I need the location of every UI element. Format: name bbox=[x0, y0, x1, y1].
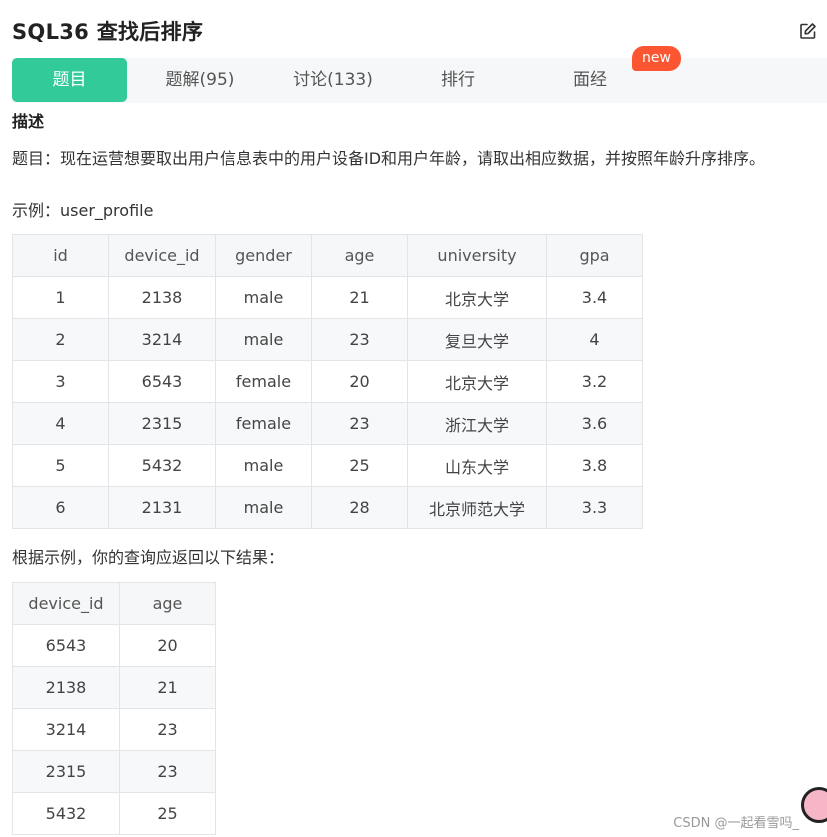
table-cell: 2315 bbox=[108, 402, 216, 445]
tab-solutions[interactable]: 题解(95) bbox=[140, 58, 260, 103]
edit-icon[interactable] bbox=[799, 22, 817, 40]
table-cell: male bbox=[215, 486, 312, 529]
table-row: 2 3214 male 23 复旦大学 4 bbox=[12, 318, 643, 361]
table-cell: 1 bbox=[12, 276, 109, 319]
table-cell: 2 bbox=[12, 318, 109, 361]
table-cell: 21 bbox=[119, 666, 216, 709]
table-cell: 28 bbox=[311, 486, 408, 529]
watermark: CSDN @一起看雪吗_ bbox=[673, 816, 799, 831]
table-row: 6543 20 bbox=[12, 624, 216, 667]
table-row: 3214 23 bbox=[12, 708, 216, 751]
table-cell: male bbox=[215, 444, 312, 487]
table-cell: 4 bbox=[546, 318, 643, 361]
table-cell: 3.3 bbox=[546, 486, 643, 529]
description-text: 题目：现在运营想要取出用户信息表中的用户设备ID和用户年龄，请取出相应数据，并按… bbox=[12, 149, 766, 168]
table-header-row: device_id age bbox=[12, 582, 216, 625]
table-cell: 23 bbox=[119, 750, 216, 793]
table-row: 4 2315 female 23 浙江大学 3.6 bbox=[12, 402, 643, 445]
table-row: 6 2131 male 28 北京师范大学 3.3 bbox=[12, 486, 643, 529]
tab-discussion[interactable]: 讨论(133) bbox=[268, 58, 398, 103]
table-cell: 4 bbox=[12, 402, 109, 445]
table-cell: 5432 bbox=[108, 444, 216, 487]
new-badge: new bbox=[632, 46, 681, 71]
table-cell: 6543 bbox=[12, 624, 120, 667]
column-header: device_id bbox=[12, 582, 120, 625]
tab-bar: 题目 题解(95) 讨论(133) 排行 面经 bbox=[12, 58, 827, 103]
table-cell: female bbox=[215, 360, 312, 403]
table-cell: 复旦大学 bbox=[407, 318, 547, 361]
table-cell: 2138 bbox=[108, 276, 216, 319]
table-cell: 山东大学 bbox=[407, 444, 547, 487]
example-table: id device_id gender age university gpa 1… bbox=[12, 234, 643, 529]
table-row: 2315 23 bbox=[12, 750, 216, 793]
table-cell: 25 bbox=[311, 444, 408, 487]
table-cell: 23 bbox=[311, 318, 408, 361]
table-cell: 3.8 bbox=[546, 444, 643, 487]
table-cell: 浙江大学 bbox=[407, 402, 547, 445]
table-cell: 3.2 bbox=[546, 360, 643, 403]
column-header: gpa bbox=[546, 234, 643, 277]
page-title: SQL36 查找后排序 bbox=[12, 20, 204, 44]
tab-ranking[interactable]: 排行 bbox=[408, 58, 508, 103]
table-row: 3 6543 female 20 北京大学 3.2 bbox=[12, 360, 643, 403]
table-cell: 23 bbox=[119, 708, 216, 751]
table-cell: 25 bbox=[119, 792, 216, 835]
table-cell: male bbox=[215, 318, 312, 361]
table-cell: 20 bbox=[119, 624, 216, 667]
table-cell: 2315 bbox=[12, 750, 120, 793]
table-cell: 6543 bbox=[108, 360, 216, 403]
page-header: SQL36 查找后排序 bbox=[12, 14, 827, 50]
table-cell: 3214 bbox=[108, 318, 216, 361]
column-header: id bbox=[12, 234, 109, 277]
table-row: 2138 21 bbox=[12, 666, 216, 709]
example-label: 示例：user_profile bbox=[12, 201, 154, 220]
table-cell: 3.4 bbox=[546, 276, 643, 319]
result-label: 根据示例，你的查询应返回以下结果： bbox=[12, 548, 285, 567]
table-cell: 北京大学 bbox=[407, 276, 547, 319]
column-header: age bbox=[119, 582, 216, 625]
table-cell: 2138 bbox=[12, 666, 120, 709]
table-cell: 23 bbox=[311, 402, 408, 445]
tab-problem[interactable]: 题目 bbox=[12, 58, 127, 102]
table-cell: male bbox=[215, 276, 312, 319]
table-cell: 5 bbox=[12, 444, 109, 487]
floating-assistant-icon[interactable] bbox=[801, 787, 827, 823]
tab-interview[interactable]: 面经 bbox=[538, 58, 642, 103]
column-header: gender bbox=[215, 234, 312, 277]
table-row: 1 2138 male 21 北京大学 3.4 bbox=[12, 276, 643, 319]
table-cell: 21 bbox=[311, 276, 408, 319]
table-cell: female bbox=[215, 402, 312, 445]
table-cell: 5432 bbox=[12, 792, 120, 835]
table-row: 5 5432 male 25 山东大学 3.8 bbox=[12, 444, 643, 487]
table-header-row: id device_id gender age university gpa bbox=[12, 234, 643, 277]
table-cell: 2131 bbox=[108, 486, 216, 529]
table-cell: 20 bbox=[311, 360, 408, 403]
table-row: 5432 25 bbox=[12, 792, 216, 835]
table-cell: 北京大学 bbox=[407, 360, 547, 403]
table-cell: 3.6 bbox=[546, 402, 643, 445]
table-cell: 3 bbox=[12, 360, 109, 403]
table-cell: 6 bbox=[12, 486, 109, 529]
table-cell: 3214 bbox=[12, 708, 120, 751]
description-heading: 描述 bbox=[12, 112, 45, 131]
table-cell: 北京师范大学 bbox=[407, 486, 547, 529]
result-table: device_id age 6543 20 2138 21 3214 23 23… bbox=[12, 582, 216, 835]
column-header: university bbox=[407, 234, 547, 277]
column-header: device_id bbox=[108, 234, 216, 277]
column-header: age bbox=[311, 234, 408, 277]
